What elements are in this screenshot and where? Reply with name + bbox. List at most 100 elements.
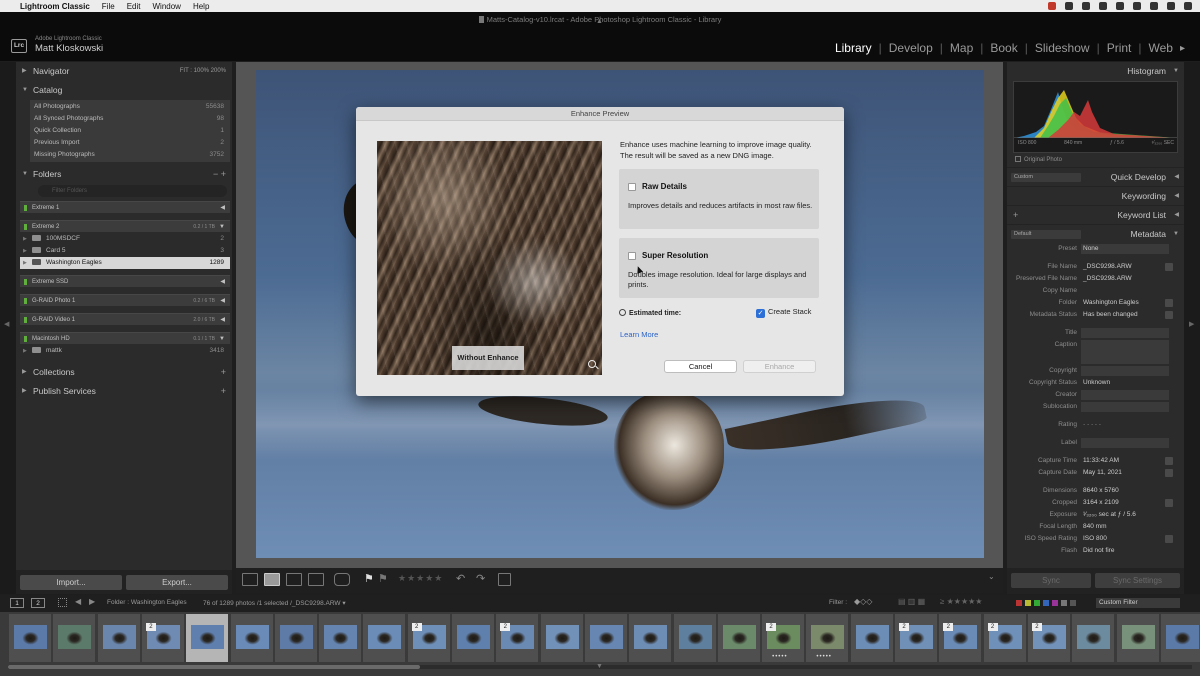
- star-rating[interactable]: ★★★★★: [398, 573, 443, 584]
- right-panel-edge[interactable]: ▶: [1184, 62, 1200, 594]
- primary-display-button[interactable]: 1: [10, 598, 24, 608]
- raw-details-checkbox[interactable]: [628, 183, 636, 191]
- folder-expand-icon[interactable]: ▶: [23, 245, 27, 257]
- sync-settings-button[interactable]: Sync Settings: [1095, 573, 1180, 588]
- flag-reject-icon[interactable]: ⚑: [378, 572, 388, 585]
- filmstrip-thumbnail[interactable]: [53, 614, 97, 662]
- filmstrip-status[interactable]: 76 of 1289 photos /1 selected /_DSC9298.…: [203, 599, 346, 607]
- record-icon[interactable]: [1048, 2, 1056, 10]
- back-arrow-icon[interactable]: ◀: [75, 597, 81, 606]
- grid-view-icon[interactable]: [242, 573, 258, 586]
- search-icon[interactable]: [1167, 2, 1175, 10]
- module-map[interactable]: Map: [948, 41, 975, 55]
- metadata-action-icon[interactable]: [1165, 469, 1173, 477]
- volume-toggle-icon[interactable]: ◀: [220, 295, 225, 307]
- folder-item[interactable]: ▶ mattk 3418: [20, 345, 230, 357]
- metadata-action-icon[interactable]: [1165, 299, 1173, 307]
- sync-button[interactable]: Sync: [1011, 573, 1091, 588]
- control-center-icon[interactable]: [1184, 2, 1192, 10]
- rotate-right-icon[interactable]: ↷: [476, 572, 485, 585]
- publish-services-header[interactable]: ▶ Publish Services +: [16, 382, 232, 401]
- color-label-blue[interactable]: [1043, 600, 1049, 606]
- stack-badge[interactable]: 2: [145, 623, 156, 631]
- filmstrip-thumbnail[interactable]: 2: [983, 614, 1027, 662]
- filmstrip-thumbnail[interactable]: 2: [895, 614, 938, 662]
- quick-develop-header[interactable]: Custom Quick Develop ◀: [1007, 167, 1184, 186]
- metadata-caption-input[interactable]: [1081, 340, 1169, 364]
- filmstrip-thumbnail[interactable]: [9, 614, 52, 662]
- metadata-copyright-input[interactable]: [1081, 366, 1169, 376]
- menu-help[interactable]: Help: [193, 2, 209, 11]
- battery-icon[interactable]: [1133, 2, 1141, 10]
- filmstrip-thumbnail[interactable]: 2 •••••: [762, 614, 806, 662]
- folder-expand-icon[interactable]: ▶: [23, 233, 27, 245]
- filmstrip-thumbnail[interactable]: [97, 614, 141, 662]
- expand-triangle-icon[interactable]: ▶: [22, 363, 27, 382]
- volume-macintosh-hd[interactable]: Macintosh HD 0.1 / 1 TB ▼: [20, 332, 230, 344]
- create-stack-option[interactable]: ✓ Create Stack: [756, 307, 811, 318]
- filmstrip-thumbnail[interactable]: 2: [496, 614, 540, 662]
- module-develop[interactable]: Develop: [887, 41, 935, 55]
- volume-toggle-icon[interactable]: ◀: [220, 314, 225, 326]
- filter-status-icons[interactable]: ▤ ▥ ▦: [898, 597, 925, 606]
- collapse-left-icon[interactable]: ◀: [4, 320, 9, 328]
- expand-triangle-icon[interactable]: ◀: [1174, 168, 1179, 187]
- cancel-button[interactable]: Cancel: [664, 360, 737, 373]
- metadata-action-icon[interactable]: [1165, 311, 1173, 319]
- filmstrip-thumbnail[interactable]: [584, 614, 628, 662]
- folders-add-remove[interactable]: − +: [213, 165, 226, 184]
- sync-icon[interactable]: [1082, 2, 1090, 10]
- original-photo-toggle[interactable]: Original Photo: [1007, 153, 1184, 167]
- custom-filter-select[interactable]: Custom Filter: [1096, 598, 1180, 608]
- filmstrip-thumbnail[interactable]: [452, 614, 495, 662]
- volume-extreme-ssd[interactable]: Extreme SSD ◀: [20, 275, 230, 287]
- volume-toggle-icon[interactable]: ▼: [219, 221, 225, 233]
- expand-triangle-icon[interactable]: ▶: [22, 62, 27, 81]
- add-keyword-icon[interactable]: +: [1013, 206, 1018, 225]
- metadata-header[interactable]: Default Metadata ▼: [1007, 224, 1184, 243]
- histogram[interactable]: ISO 800 840 mm ƒ / 5.6 ¹⁄₃₂₀₀ SEC: [1013, 81, 1178, 153]
- filmstrip-thumbnail[interactable]: [629, 614, 673, 662]
- raw-details-option[interactable]: Raw Details Improves details and reduces…: [619, 169, 819, 229]
- module-library[interactable]: Library: [833, 41, 874, 55]
- module-web[interactable]: Web: [1147, 41, 1175, 55]
- stack-badge[interactable]: 2: [411, 623, 422, 631]
- filmstrip-thumbnail[interactable]: [850, 614, 894, 662]
- volume-toggle-icon[interactable]: ◀: [220, 276, 225, 288]
- import-button[interactable]: Import...: [20, 575, 122, 590]
- creative-cloud-icon[interactable]: [1065, 2, 1073, 10]
- compare-view-icon[interactable]: [286, 573, 302, 586]
- volume-toggle-icon[interactable]: ▼: [219, 333, 225, 345]
- menu-window[interactable]: Window: [152, 2, 180, 11]
- catalog-item[interactable]: All Photographs 55638: [30, 101, 230, 113]
- dropbox-icon[interactable]: [1099, 2, 1107, 10]
- survey-view-icon[interactable]: [308, 573, 324, 586]
- super-resolution-checkbox[interactable]: [628, 252, 636, 260]
- filter-flags-icon[interactable]: ◆◇◇: [854, 597, 872, 606]
- filmstrip-thumbnail[interactable]: [673, 614, 717, 662]
- folders-header[interactable]: ▼ Folders − +: [16, 165, 232, 184]
- folder-item-selected[interactable]: ▶ Washington Eagles 1289: [20, 257, 230, 269]
- super-resolution-option[interactable]: Super Resolution Doubles image resolutio…: [619, 238, 819, 298]
- keywording-header[interactable]: Keywording ◀: [1007, 186, 1184, 205]
- keyword-list-header[interactable]: + Keyword List ◀: [1007, 205, 1184, 224]
- module-menu-icon[interactable]: ▸: [1175, 43, 1190, 54]
- add-collection-icon[interactable]: +: [221, 363, 226, 382]
- expand-triangle-icon[interactable]: ◀: [1174, 206, 1179, 225]
- metadata-action-icon[interactable]: [1165, 263, 1173, 271]
- zoom-icon[interactable]: [588, 360, 596, 368]
- flag-pick-icon[interactable]: ⚑: [364, 572, 374, 585]
- loupe-view-icon[interactable]: [264, 573, 280, 586]
- forward-arrow-icon[interactable]: ▶: [89, 597, 95, 606]
- volume-graid-video[interactable]: G-RAID Video 1 2.0 / 6 TB ◀: [20, 313, 230, 325]
- metadata-preset-select[interactable]: Default: [1011, 230, 1081, 239]
- display-icon[interactable]: [1116, 2, 1124, 10]
- color-label-red[interactable]: [1016, 600, 1022, 606]
- filmstrip-thumbnail[interactable]: [230, 614, 274, 662]
- collapse-triangle-icon[interactable]: ▼: [1173, 225, 1179, 244]
- collections-header[interactable]: ▶ Collections +: [16, 363, 232, 382]
- stack-badge[interactable]: 2: [766, 623, 777, 631]
- color-label-yellow[interactable]: [1025, 600, 1031, 606]
- export-button[interactable]: Export...: [126, 575, 228, 590]
- enhance-button[interactable]: Enhance: [743, 360, 816, 373]
